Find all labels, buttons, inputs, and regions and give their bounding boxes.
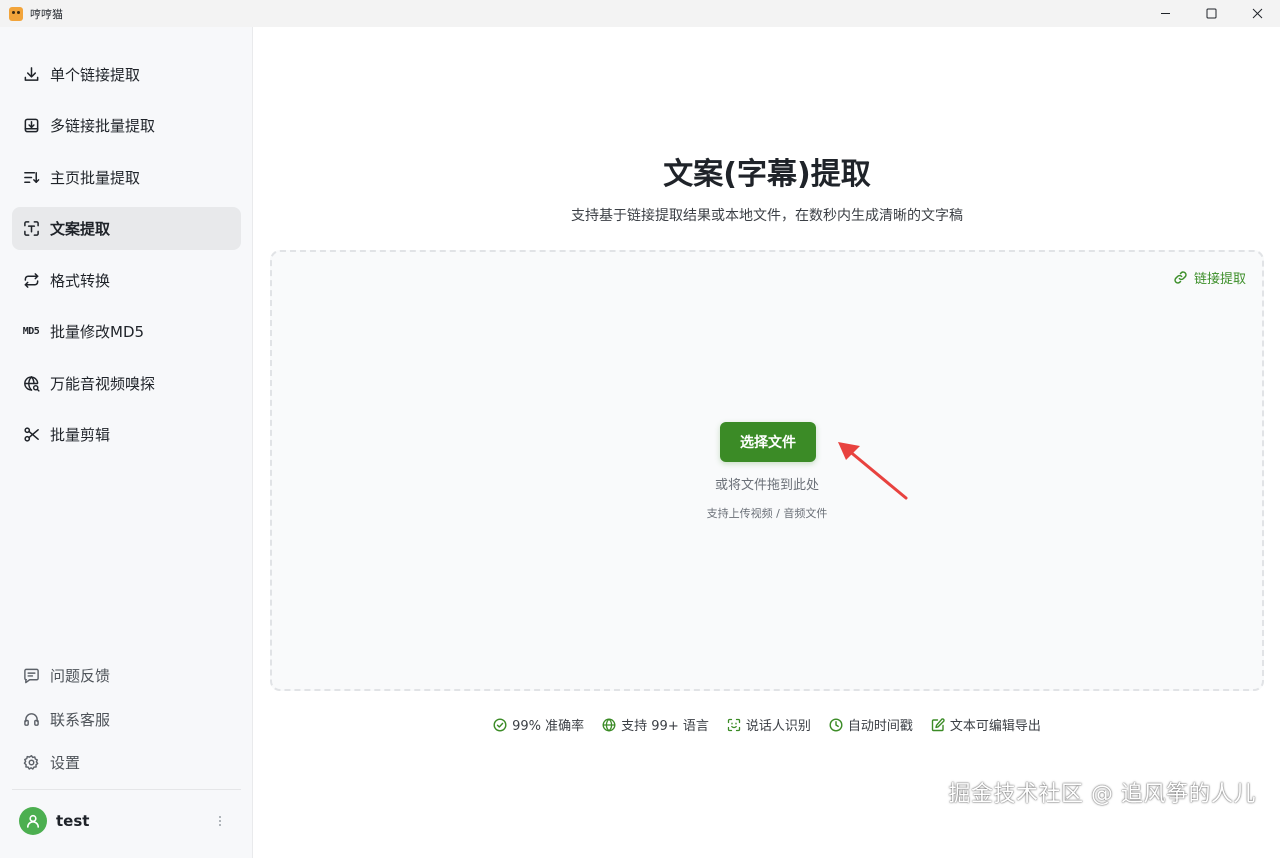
maximize-button[interactable] <box>1188 0 1234 27</box>
sidebar-item-homepage-batch[interactable]: 主页批量提取 <box>12 156 241 199</box>
sidebar-item-label: 多链接批量提取 <box>50 117 156 135</box>
maximize-icon <box>1206 8 1216 19</box>
more-dot <box>219 820 221 822</box>
sidebar-item-label: 单个链接提取 <box>50 66 141 84</box>
sidebar-item-single-link[interactable]: 单个链接提取 <box>12 53 241 96</box>
check-circle-icon <box>493 717 507 732</box>
headset-icon <box>22 710 40 728</box>
user-name: test <box>56 812 90 830</box>
feature-item: 文本可编辑导出 <box>931 715 1041 734</box>
scissors-icon <box>22 426 40 444</box>
sidebar-item-multi-link[interactable]: 多链接批量提取 <box>12 104 241 147</box>
repeat-icon <box>22 272 40 290</box>
sidebar-item-customer-service[interactable]: 联系客服 <box>12 700 241 738</box>
text-scan-icon <box>22 220 40 238</box>
page-title: 文案(字幕)提取 <box>663 157 871 192</box>
sidebar-item-label: 主页批量提取 <box>50 169 141 187</box>
sidebar-item-text-extract[interactable]: 文案提取 <box>12 207 241 250</box>
watermark: 掘金技术社区 @ 追风筝的人儿 <box>948 782 1256 807</box>
feature-list: 99% 准确率 支持 99+ 语言 说话人识别 自动时间戳 文本可编辑导出 <box>254 715 1280 734</box>
feature-label: 文本可编辑导出 <box>949 719 1041 734</box>
feature-label: 支持 99+ 语言 <box>621 719 709 734</box>
download-icon <box>22 66 40 84</box>
clock-icon <box>829 717 843 732</box>
gear-icon <box>22 753 40 771</box>
minimize-icon <box>1160 13 1170 14</box>
sidebar-item-label: 批量修改MD5 <box>50 323 145 341</box>
close-button[interactable] <box>1234 0 1280 27</box>
edit-icon <box>931 717 945 731</box>
sidebar-item-feedback[interactable]: 问题反馈 <box>12 656 241 694</box>
format-hint: 支持上传视频 / 音频文件 <box>706 507 828 520</box>
annotation-arrow-icon <box>838 442 908 500</box>
message-icon <box>22 666 40 684</box>
sidebar-item-label: 批量剪辑 <box>50 426 111 444</box>
sidebar-item-batch-edit[interactable]: 批量剪辑 <box>12 413 241 456</box>
select-file-button[interactable]: 选择文件 <box>720 422 816 462</box>
page-subtitle: 支持基于链接提取结果或本地文件，在数秒内生成清晰的文字稿 <box>571 208 963 224</box>
globe-search-icon <box>22 375 40 393</box>
main-content: 文案(字幕)提取 支持基于链接提取结果或本地文件，在数秒内生成清晰的文字稿 链接… <box>254 27 1280 858</box>
feature-label: 自动时间戳 <box>847 719 913 734</box>
sidebar-item-format-convert[interactable]: 格式转换 <box>12 259 241 302</box>
list-sort-icon <box>22 169 40 187</box>
feature-item: 99% 准确率 <box>493 715 584 734</box>
app-logo-icon <box>9 6 23 21</box>
inbox-download-icon <box>22 117 40 135</box>
sidebar-item-label: 设置 <box>50 753 81 772</box>
more-dot <box>219 824 221 826</box>
face-scan-icon <box>727 718 740 731</box>
sidebar-item-label: 万能音视频嗅探 <box>50 375 156 393</box>
sidebar: 单个链接提取 多链接批量提取 主页批量提取 文案提取 格式转换 MD5 批量修改… <box>0 27 253 858</box>
sidebar-item-label: 联系客服 <box>50 710 111 729</box>
md5-icon: MD5 <box>22 326 40 337</box>
link-extract-label: 链接提取 <box>1193 272 1246 287</box>
globe-icon <box>602 718 616 731</box>
avatar <box>19 807 47 835</box>
feature-item: 自动时间戳 <box>829 715 913 734</box>
feature-label: 99% 准确率 <box>512 719 585 734</box>
drop-hint: 或将文件拖到此处 <box>714 478 819 493</box>
user-profile[interactable]: test <box>12 803 241 839</box>
more-options-button[interactable] <box>213 811 227 831</box>
feature-item: 说话人识别 <box>727 715 811 734</box>
minimize-button[interactable] <box>1142 0 1188 27</box>
title-bar: 哼哼猫 <box>0 0 1280 27</box>
user-icon <box>27 814 39 828</box>
sidebar-item-label: 格式转换 <box>50 272 111 290</box>
sidebar-divider <box>12 789 241 790</box>
sidebar-item-settings[interactable]: 设置 <box>12 743 241 781</box>
close-icon <box>1252 8 1262 19</box>
sidebar-item-media-sniffer[interactable]: 万能音视频嗅探 <box>12 362 241 405</box>
feature-label: 说话人识别 <box>745 719 811 734</box>
more-dot <box>219 816 221 818</box>
link-extract-button[interactable]: 链接提取 <box>1173 268 1246 287</box>
link-icon <box>1174 271 1187 284</box>
sidebar-item-label: 问题反馈 <box>50 666 111 685</box>
feature-item: 支持 99+ 语言 <box>602 715 709 734</box>
app-title: 哼哼猫 <box>30 7 63 21</box>
sidebar-item-label: 文案提取 <box>50 220 111 238</box>
sidebar-item-batch-md5[interactable]: MD5 批量修改MD5 <box>12 310 241 353</box>
file-dropzone[interactable]: 链接提取 选择文件 或将文件拖到此处 支持上传视频 / 音频文件 <box>270 250 1264 691</box>
window-controls <box>1142 0 1280 27</box>
